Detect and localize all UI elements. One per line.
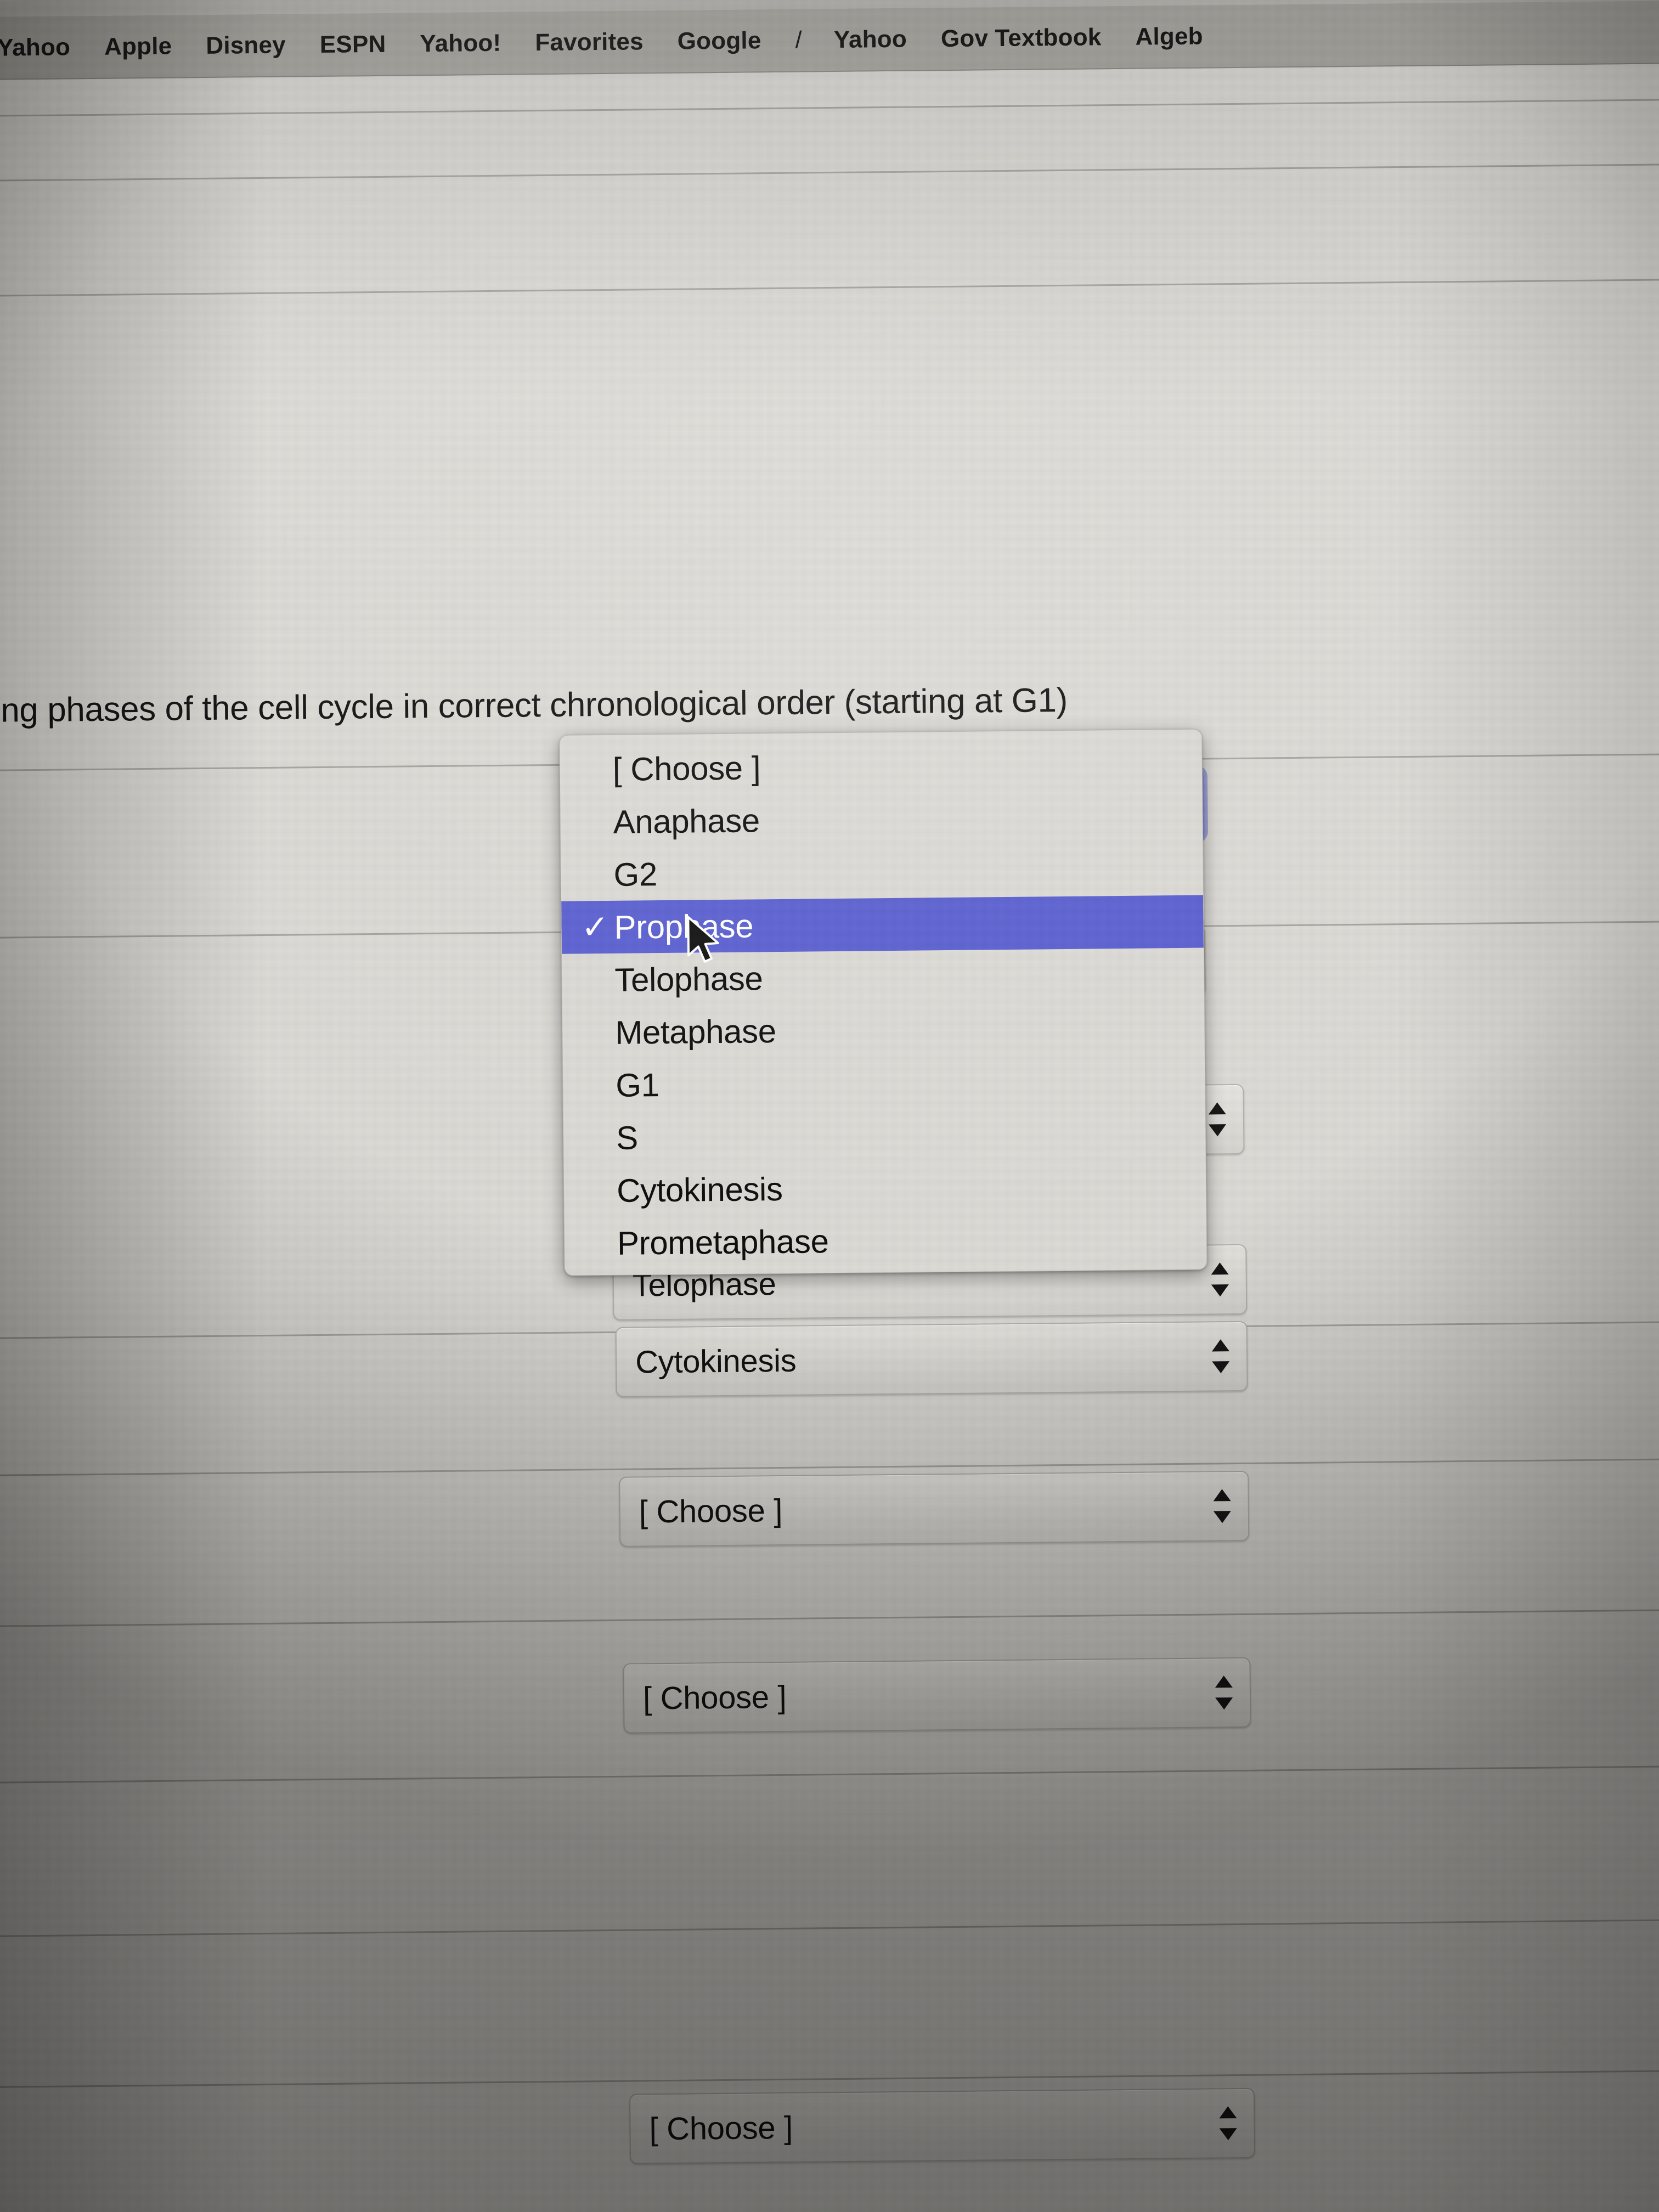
divider xyxy=(0,1458,1659,1476)
chevron-up-icon xyxy=(1213,1489,1231,1502)
menu-item-label: G1 xyxy=(615,1066,659,1104)
divider xyxy=(0,1765,1659,1784)
divider xyxy=(0,1609,1659,1627)
stepper-icon[interactable] xyxy=(1211,1339,1231,1374)
chevron-up-icon xyxy=(1211,1262,1229,1275)
bookmark-yahoo-2[interactable]: Yahoo! xyxy=(420,29,501,57)
menu-item-label: Cytokinesis xyxy=(616,1170,783,1209)
browser-window: Yahoo Apple Disney ESPN Yahoo! Favorites… xyxy=(0,0,1659,2212)
menu-item-label: Prometaphase xyxy=(617,1222,829,1262)
phase-select-8[interactable]: [ Choose ] xyxy=(629,2087,1256,2164)
chevron-down-icon xyxy=(1211,1284,1229,1297)
menu-item-label: Telophase xyxy=(614,960,763,998)
phase-select-6[interactable]: [ Choose ] xyxy=(619,1470,1250,1547)
divider xyxy=(0,1918,1659,1937)
bookmark-algebra[interactable]: Algeb xyxy=(1135,22,1203,50)
stepper-icon[interactable] xyxy=(1218,2106,1238,2141)
bookmark-espn[interactable]: ESPN xyxy=(320,30,386,58)
chevron-up-icon xyxy=(1208,1102,1226,1115)
menu-item-label: G2 xyxy=(613,855,658,893)
menu-item-anaphase[interactable]: Anaphase xyxy=(560,790,1203,849)
menu-item-choose[interactable]: [ Choose ] xyxy=(560,737,1202,796)
phase-select-5-value: Cytokinesis xyxy=(635,1342,797,1380)
chevron-up-icon xyxy=(1215,1675,1233,1688)
phase-dropdown-menu[interactable]: [ Choose ] Anaphase G2 ✓ Prophase Teloph… xyxy=(559,729,1207,1276)
stepper-icon[interactable] xyxy=(1215,1675,1234,1710)
menu-item-label: S xyxy=(616,1119,639,1156)
menu-item-label: Metaphase xyxy=(615,1012,776,1051)
phase-select-7-value: [ Choose ] xyxy=(642,1679,787,1716)
menu-item-label: Prophase xyxy=(614,907,754,946)
bookmark-yahoo-3[interactable]: Yahoo xyxy=(834,25,907,53)
question-text: llowing phases of the cell cycle in corr… xyxy=(0,681,1068,730)
bookmark-apple[interactable]: Apple xyxy=(104,32,172,60)
chevron-down-icon xyxy=(1212,1361,1230,1374)
menu-item-metaphase[interactable]: Metaphase xyxy=(562,1001,1205,1059)
bookmark-disney[interactable]: Disney xyxy=(206,31,286,59)
divider xyxy=(0,279,1659,297)
divider xyxy=(0,163,1659,182)
chevron-up-icon xyxy=(1211,1339,1230,1352)
chevron-down-icon xyxy=(1215,1697,1233,1710)
menu-item-cytokinesis[interactable]: Cytokinesis xyxy=(564,1159,1206,1217)
menu-item-g2[interactable]: G2 xyxy=(561,843,1203,901)
menu-item-g1[interactable]: G1 xyxy=(563,1053,1205,1112)
divider xyxy=(0,2069,1659,2088)
stepper-icon[interactable] xyxy=(1208,1102,1227,1137)
bookmark-favorites[interactable]: Favorites xyxy=(535,28,644,57)
bookmark-gov-textbook[interactable]: Gov Textbook xyxy=(941,24,1102,53)
chevron-up-icon xyxy=(1219,2106,1237,2119)
screen-photo: Yahoo Apple Disney ESPN Yahoo! Favorites… xyxy=(0,0,1659,2212)
bookmark-slash[interactable]: / xyxy=(795,26,802,54)
phase-select-5[interactable]: Cytokinesis xyxy=(615,1321,1248,1397)
quiz-page: 2 llowing phases of the cell cycle in co… xyxy=(0,65,1659,2212)
menu-item-prophase[interactable]: ✓ Prophase xyxy=(561,895,1204,954)
menu-item-label: Anaphase xyxy=(613,802,760,840)
chevron-down-icon xyxy=(1219,2128,1237,2141)
divider xyxy=(0,99,1659,117)
chevron-down-icon xyxy=(1209,1124,1227,1137)
phase-select-7[interactable]: [ Choose ] xyxy=(623,1657,1251,1734)
menu-item-telophase[interactable]: Telophase xyxy=(562,948,1204,1007)
menu-item-prometaphase[interactable]: Prometaphase xyxy=(565,1211,1207,1270)
stepper-icon[interactable] xyxy=(1212,1489,1232,1523)
menu-item-label: [ Choose ] xyxy=(612,749,761,788)
menu-item-s[interactable]: S xyxy=(563,1106,1206,1165)
phase-select-8-value: [ Choose ] xyxy=(649,2109,793,2147)
bookmark-google[interactable]: Google xyxy=(677,27,761,55)
phase-select-6-value: [ Choose ] xyxy=(639,1492,783,1530)
checkmark-icon: ✓ xyxy=(581,908,609,946)
chevron-down-icon xyxy=(1213,1511,1232,1523)
stepper-icon[interactable] xyxy=(1210,1262,1229,1297)
bookmark-yahoo[interactable]: Yahoo xyxy=(0,33,70,61)
